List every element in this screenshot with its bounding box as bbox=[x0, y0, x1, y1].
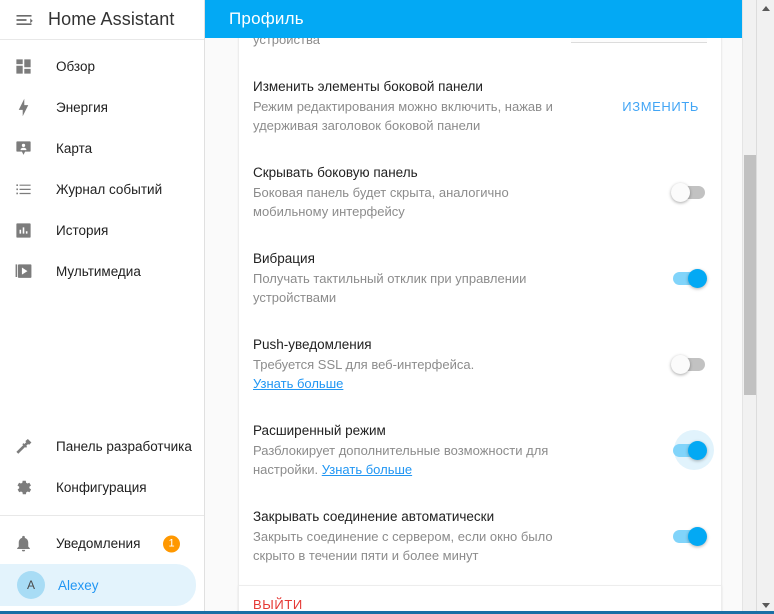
setting-row-vibration: Вибрация Получать тактильный отклик при … bbox=[239, 235, 721, 321]
setting-text: Скрывать боковую панель Боковая панель б… bbox=[253, 163, 587, 221]
view-dashboard-icon bbox=[14, 57, 46, 76]
main-content: Профиль Панель Lovelace UI Панель, испол… bbox=[205, 0, 774, 614]
browser-scrollbar[interactable] bbox=[756, 0, 774, 614]
setting-description: Требуется SSL для веб-интерфейса. Узнать … bbox=[253, 355, 577, 393]
sidebar-item-profile[interactable]: A Alexey bbox=[0, 564, 196, 606]
toggle-knob bbox=[688, 441, 707, 460]
profile-settings-card: Панель Lovelace UI Панель, используемая … bbox=[238, 0, 722, 614]
setting-text: Закрывать соединение автоматически Закры… bbox=[253, 507, 587, 565]
sidebar: Home Assistant Обзор Энергия Карта Журна… bbox=[0, 0, 205, 614]
sidebar-item-energy[interactable]: Энергия bbox=[0, 87, 196, 128]
sidebar-item-label: История bbox=[56, 223, 109, 238]
sidebar-item-label: Конфигурация bbox=[56, 480, 147, 495]
setting-description: Боковая панель будет скрыта, аналогично … bbox=[253, 185, 509, 219]
setting-description: Режим редактирования можно включить, наж… bbox=[253, 99, 553, 133]
map-marker-icon bbox=[14, 139, 46, 158]
sidebar-item-label: Мультимедиа bbox=[56, 264, 141, 279]
toggle-knob bbox=[671, 183, 690, 202]
setting-control bbox=[587, 430, 714, 470]
setting-description: Разблокирует дополнительные возможности … bbox=[253, 441, 577, 479]
sidebar-item-map[interactable]: Карта bbox=[0, 128, 196, 169]
setting-row-edit-sidebar: Изменить элементы боковой панели Режим р… bbox=[239, 63, 721, 149]
chevron-up-icon bbox=[762, 6, 770, 11]
chevron-down-icon bbox=[762, 603, 770, 608]
setting-description: Получать тактильный отклик при управлени… bbox=[253, 271, 527, 305]
logout-card: ВЫЙТИ bbox=[238, 585, 722, 614]
sidebar-item-overview[interactable]: Обзор bbox=[0, 46, 196, 87]
toggle-knob bbox=[671, 355, 690, 374]
setting-row-push-notifications: Push-уведомления Требуется SSL для веб-и… bbox=[239, 321, 721, 407]
sidebar-item-logbook[interactable]: Журнал событий bbox=[0, 169, 196, 210]
auto-close-toggle[interactable] bbox=[671, 526, 707, 546]
vibration-toggle[interactable] bbox=[671, 268, 707, 288]
home-assistant-app: Home Assistant Обзор Энергия Карта Журна… bbox=[0, 0, 774, 614]
sidebar-item-developer-tools[interactable]: Панель разработчика bbox=[0, 426, 196, 467]
setting-row-auto-close-connection: Закрывать соединение автоматически Закры… bbox=[239, 493, 721, 579]
format-list-bulleted-icon bbox=[14, 180, 46, 199]
advanced-learn-more-link[interactable]: Узнать больше bbox=[322, 462, 412, 477]
setting-control bbox=[587, 182, 707, 202]
toggle-knob bbox=[688, 527, 707, 546]
sidebar-divider bbox=[0, 515, 204, 516]
sidebar-item-label: Alexey bbox=[58, 577, 99, 593]
setting-row-advanced-mode: Расширенный режим Разблокирует дополните… bbox=[239, 407, 721, 493]
sidebar-item-label: Обзор bbox=[56, 59, 95, 74]
sidebar-title: Home Assistant bbox=[48, 9, 175, 29]
toggle-knob bbox=[688, 269, 707, 288]
bell-icon bbox=[14, 534, 46, 553]
hammer-icon bbox=[14, 437, 46, 456]
setting-title: Push-уведомления bbox=[253, 337, 372, 352]
setting-control bbox=[587, 268, 707, 288]
setting-description: Закрыть соединение с сервером, если окно… bbox=[253, 529, 553, 563]
sidebar-item-media[interactable]: Мультимедиа bbox=[0, 251, 196, 292]
sidebar-header: Home Assistant bbox=[0, 0, 204, 40]
scroll-up-arrow[interactable] bbox=[757, 0, 774, 17]
sidebar-nav: Обзор Энергия Карта Журнал событий Истор… bbox=[0, 40, 204, 426]
setting-title: Скрывать боковую панель bbox=[253, 165, 418, 180]
setting-control bbox=[587, 354, 707, 374]
setting-text: Изменить элементы боковой панели Режим р… bbox=[253, 77, 587, 135]
advanced-mode-toggle[interactable] bbox=[671, 430, 714, 470]
setting-control bbox=[587, 526, 707, 546]
sidebar-item-label: Уведомления bbox=[56, 536, 141, 551]
sidebar-item-configuration[interactable]: Конфигурация bbox=[0, 467, 196, 508]
lightning-bolt-icon bbox=[14, 98, 46, 117]
setting-title: Вибрация bbox=[253, 251, 315, 266]
setting-description-text: Требуется SSL для веб-интерфейса. bbox=[253, 357, 475, 372]
setting-text: Вибрация Получать тактильный отклик при … bbox=[253, 249, 587, 307]
menu-open-icon[interactable] bbox=[0, 0, 48, 40]
sidebar-item-history[interactable]: История bbox=[0, 210, 196, 251]
play-box-multiple-icon bbox=[14, 262, 46, 281]
setting-title: Расширенный режим bbox=[253, 423, 386, 438]
chart-box-icon bbox=[14, 221, 46, 240]
hide-sidebar-toggle[interactable] bbox=[671, 182, 707, 202]
page-title: Профиль bbox=[229, 9, 304, 28]
avatar: A bbox=[17, 571, 45, 599]
push-notifications-toggle[interactable] bbox=[671, 354, 707, 374]
content-scrollbar[interactable] bbox=[742, 0, 756, 614]
push-learn-more-link[interactable]: Узнать больше bbox=[253, 376, 343, 391]
setting-text: Push-уведомления Требуется SSL для веб-и… bbox=[253, 335, 587, 393]
setting-text: Расширенный режим Разблокирует дополните… bbox=[253, 421, 587, 479]
app-toolbar: Профиль bbox=[205, 0, 756, 38]
sidebar-item-label: Энергия bbox=[56, 100, 108, 115]
sidebar-item-label: Карта bbox=[56, 141, 93, 156]
sidebar-item-notifications[interactable]: Уведомления 1 bbox=[0, 523, 196, 564]
notification-badge: 1 bbox=[163, 535, 180, 552]
cog-icon bbox=[14, 478, 46, 497]
sidebar-item-label: Панель разработчика bbox=[56, 439, 192, 454]
content-scrollbar-thumb[interactable] bbox=[744, 155, 756, 395]
sidebar-item-label: Журнал событий bbox=[56, 182, 163, 197]
setting-control: ИЗМЕНИТЬ bbox=[587, 93, 707, 120]
setting-title: Закрывать соединение автоматически bbox=[253, 509, 495, 524]
sidebar-bottom: Панель разработчика Конфигурация Уведомл… bbox=[0, 426, 204, 614]
setting-row-hide-sidebar: Скрывать боковую панель Боковая панель б… bbox=[239, 149, 721, 235]
edit-sidebar-button[interactable]: ИЗМЕНИТЬ bbox=[614, 93, 707, 120]
setting-title: Изменить элементы боковой панели bbox=[253, 79, 483, 94]
